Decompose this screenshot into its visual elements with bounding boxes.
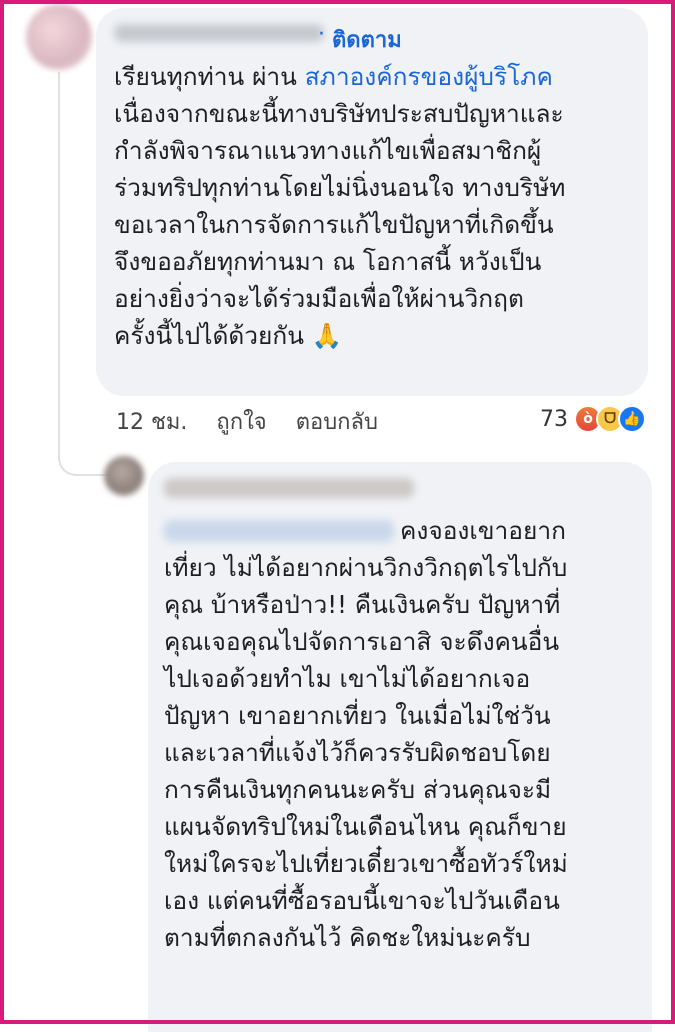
separator-dot: ·: [318, 22, 325, 47]
reply-line: เอง แต่คนที่ซื้อรอบนี้เขาจะไปวันเดือน: [164, 886, 560, 915]
reply-line: และเวลาที่แจ้งไว้ก็ควรรับผิดชอบโดย: [164, 738, 551, 767]
reply-line: ตามที่ตกลงกันไว้ คิดชะใหม่นะครับ: [164, 923, 531, 952]
reply-button[interactable]: ตอบกลับ: [296, 410, 378, 435]
reaction-summary[interactable]: 73 ò ᗜ 👍: [540, 402, 646, 436]
reply-line: คุณเจอคุณไปจัดการเอาสิ จะดึงคนอื่น: [164, 627, 560, 656]
timestamp[interactable]: 12 ชม.: [116, 410, 187, 435]
comment-actions: 12 ชม. ถูกใจ ตอบกลับ: [116, 404, 400, 439]
reply-line: ไปเจอด้วยทำไม เขาไม่ได้อยากเจอ: [164, 664, 531, 693]
comment-line: เนื่องจากขณะนี้ทางบริษัทประสบปัญหาและ: [114, 99, 564, 128]
like-icon: 👍: [618, 405, 646, 433]
comment-line: ขอเวลาในการจัดการแก้ไขปัญหาที่เกิดขึ้น: [114, 210, 554, 239]
avatar[interactable]: [104, 456, 144, 496]
reply-line: การคืนเงินทุกคนนะครับ ส่วนคุณจะมี: [164, 775, 552, 804]
comment-text: เรียนทุกท่าน ผ่าน สภาองค์กรของผู้บริโภค …: [114, 58, 565, 354]
mention-link[interactable]: สภาองค์กรของผู้บริโภค: [305, 62, 553, 91]
reply-line: ใหม่ใครจะไปเที่ยวเดี๋ยวเขาซื้อทัวร์ใหม่: [164, 849, 568, 878]
comment-line: เรียนทุกท่าน ผ่าน สภาองค์กรของผู้บริโภค: [114, 62, 553, 91]
blurred-author-name[interactable]: [164, 478, 414, 498]
reply-line: ปัญหา เขาอยากเที่ยว ในเมื่อไม่ใช่วัน: [164, 701, 551, 730]
reply-text: คงจองเขาอยาก เที่ยว ไม่ได้อยากผ่านวิกงวิ…: [164, 512, 568, 956]
like-button[interactable]: ถูกใจ: [216, 410, 266, 435]
blurred-author-name[interactable]: [114, 24, 324, 42]
reply-line: คุณ บ้าหรือป่าว!! คืนเงินครับ ปัญหาที่: [164, 590, 561, 619]
reply-line: คงจองเขาอยาก: [400, 516, 566, 545]
reaction-count: 73: [540, 406, 568, 432]
reply-line: เที่ยว ไม่ได้อยากผ่านวิกงวิกฤตไรไปกับ: [164, 553, 568, 582]
follow-button[interactable]: ติดตาม: [332, 22, 402, 57]
comment-line: อย่างยิ่งว่าจะได้ร่วมมือเพื่อให้ผ่านวิกฤ…: [114, 284, 524, 313]
comment-line: กำลังพิจารณาแนวทางแก้ไขเพื่อสมาชิกผู้: [114, 136, 542, 165]
comment-line: จึงขออภัยทุกท่านมา ณ โอกาสนี้ หวังเป็น: [114, 247, 542, 276]
avatar[interactable]: [26, 4, 92, 70]
comment-line: ร่วมทริปทุกท่านโดยไม่นิ่งนอนใจ ทางบริษัท: [114, 173, 566, 202]
comment-line: ครั้งนี้ไปได้ด้วยกัน 🙏: [114, 321, 343, 350]
reply-line: แผนจัดทริปใหม่ในเดือนไหน คุณก็ขาย: [164, 812, 567, 841]
